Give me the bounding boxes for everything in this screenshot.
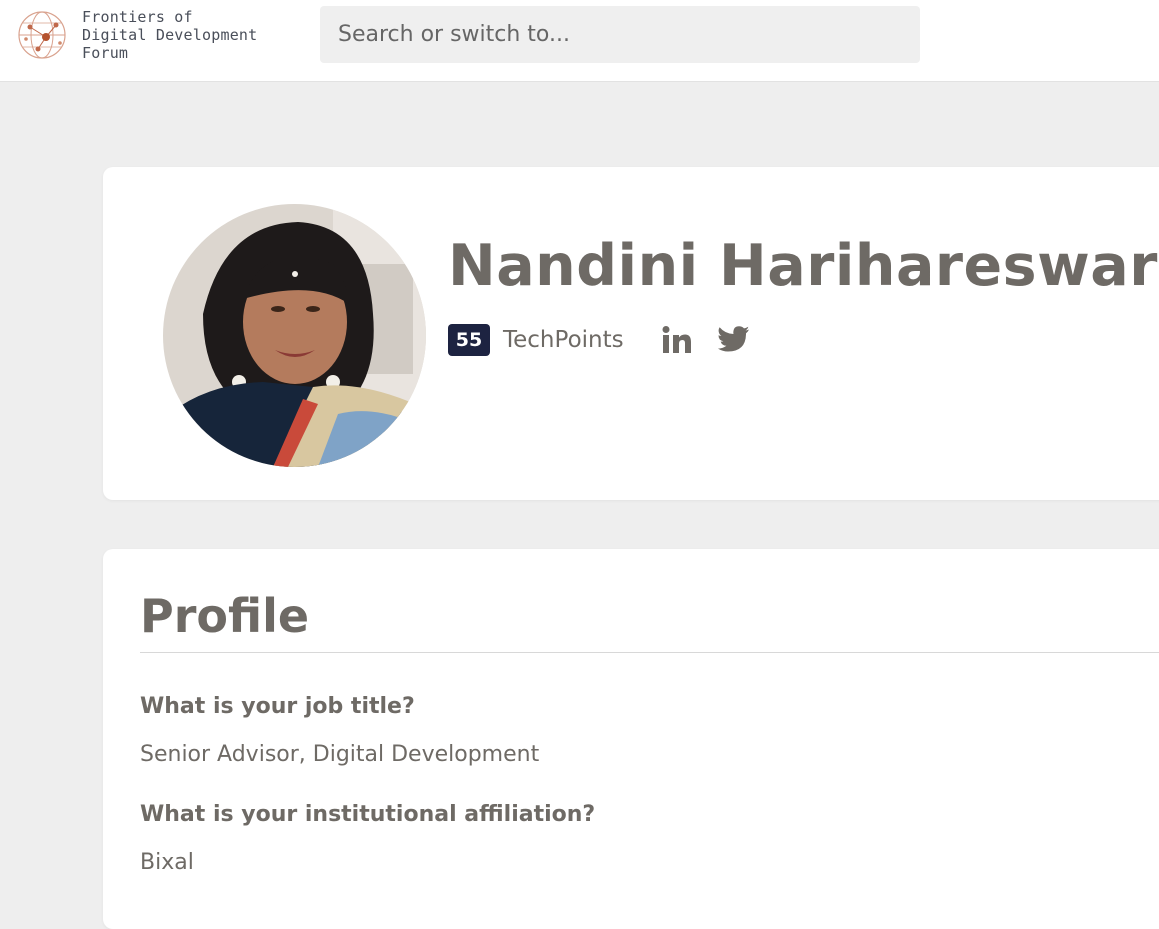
affiliation-question: What is your institutional affiliation? [140,802,596,827]
techpoints-badge: 55 [448,324,490,356]
profile-photo [163,204,426,467]
user-meta-row: 55 TechPoints [448,324,750,356]
section-divider [140,652,1159,653]
logo-line: Forum [82,44,129,62]
search-input[interactable] [320,6,920,63]
social-links [662,326,750,354]
twitter-icon[interactable] [717,326,750,354]
avatar [163,204,426,467]
profile-section-title: Profile [140,589,310,643]
globe-network-icon [18,11,66,59]
user-header-card: Nandini Harihareswara 55 TechPoints [103,167,1159,500]
logo-line: Frontiers of [82,8,193,26]
profile-card: Profile What is your job title? Senior A… [103,549,1159,929]
site-logo[interactable]: Frontiers of Digital Development Forum [16,8,257,62]
job-title-question: What is your job title? [140,694,415,719]
linkedin-icon[interactable] [662,326,692,354]
user-name: Nandini Harihareswara [448,233,1159,299]
logo-line: Digital Development [82,26,258,44]
techpoints-label: TechPoints [503,327,624,353]
affiliation-answer: Bixal [140,850,194,875]
top-navigation-bar: Frontiers of Digital Development Forum [0,0,1159,82]
logo-text: Frontiers of Digital Development Forum [82,8,257,62]
job-title-answer: Senior Advisor, Digital Development [140,742,540,767]
